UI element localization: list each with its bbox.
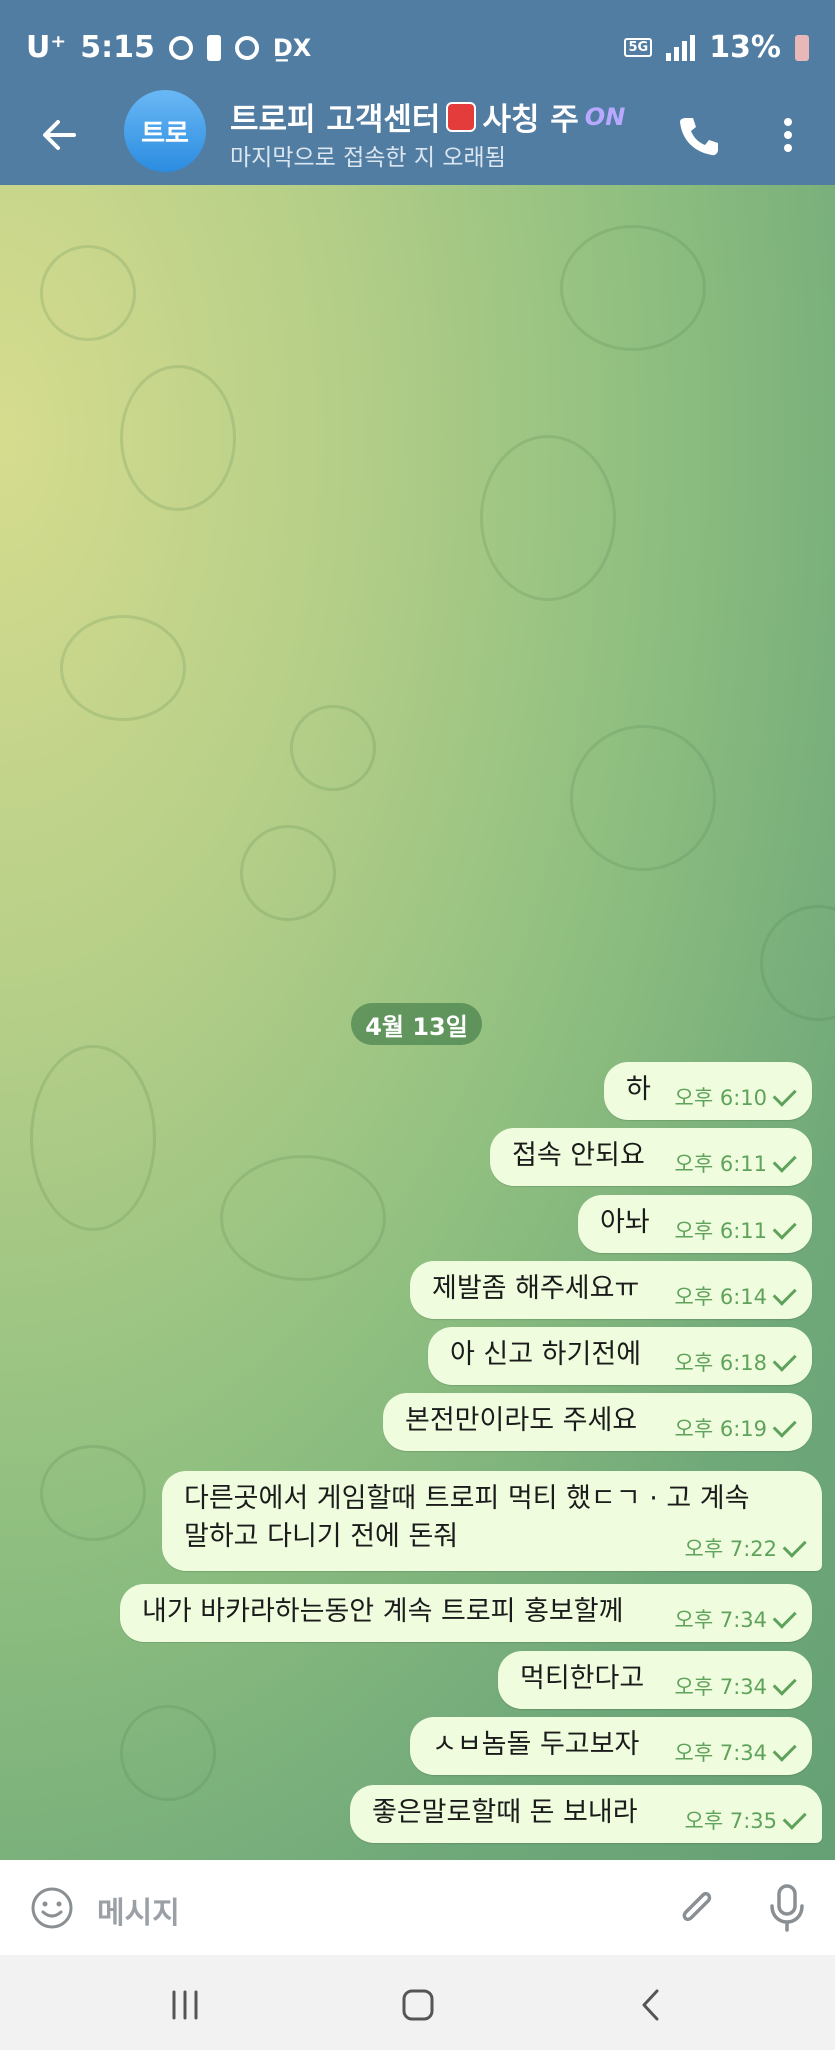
chat-header: 트로 트로피 고객센터 사칭 주 ON 마지막으로 접속한 지 오래됨 bbox=[0, 90, 835, 185]
emoji-icon[interactable] bbox=[30, 1886, 74, 1930]
message-bubble[interactable]: 본전만이라도 주세요 오후 6:19 bbox=[383, 1393, 812, 1451]
last-seen-status: 마지막으로 접속한 지 오래됨 bbox=[230, 145, 506, 171]
message-text: 좋은말로할때 돈 보내라 bbox=[372, 1797, 638, 1828]
wallpaper-doodle bbox=[220, 1155, 386, 1281]
wallpaper-doodle bbox=[40, 245, 136, 341]
wallpaper-doodle bbox=[240, 825, 336, 921]
message-time: 오후 7:34 bbox=[674, 1675, 767, 1699]
message-time: 오후 7:34 bbox=[674, 1741, 767, 1765]
message-time: 오후 6:14 bbox=[674, 1285, 767, 1309]
message-input-bar: 메시지 bbox=[0, 1860, 835, 1955]
check-icon bbox=[782, 1533, 807, 1558]
clock: 5:15 bbox=[80, 30, 155, 65]
recent-apps-icon[interactable] bbox=[160, 1980, 210, 2030]
message-bubble[interactable]: 하 오후 6:10 bbox=[604, 1062, 812, 1120]
status-bar: U⁺ 5:15 D̲X 5G 13% bbox=[0, 0, 835, 90]
back-arrow-icon[interactable] bbox=[34, 110, 84, 160]
message-text: 먹티한다고 bbox=[520, 1663, 645, 1694]
message-time: 오후 6:10 bbox=[674, 1086, 767, 1110]
more-options-icon[interactable] bbox=[768, 110, 808, 160]
message-text: 다른곳에서 게임할때 트로피 먹티 했ㄷㄱ · 고 계속 bbox=[184, 1483, 750, 1514]
message-bubble[interactable]: 아 신고 하기전에 오후 6:18 bbox=[428, 1327, 812, 1385]
wallpaper-doodle bbox=[480, 435, 616, 601]
message-bubble[interactable]: 접속 안되요 오후 6:11 bbox=[490, 1128, 812, 1186]
avatar[interactable]: 트로 bbox=[124, 90, 206, 172]
message-text: 아 신고 하기전에 bbox=[450, 1339, 642, 1370]
home-icon[interactable] bbox=[393, 1980, 443, 2030]
carrier-label: U⁺ bbox=[26, 30, 67, 65]
attach-icon[interactable] bbox=[672, 1884, 720, 1932]
check-icon bbox=[772, 1413, 797, 1438]
check-icon bbox=[772, 1281, 797, 1306]
chrome-icon-2 bbox=[234, 35, 259, 60]
message-time: 오후 6:11 bbox=[674, 1219, 767, 1243]
check-icon bbox=[772, 1604, 797, 1629]
message-time: 오후 7:35 bbox=[684, 1809, 777, 1833]
wallpaper-doodle bbox=[60, 615, 186, 721]
check-icon bbox=[772, 1148, 797, 1173]
check-icon bbox=[772, 1215, 797, 1240]
message-input[interactable]: 메시지 bbox=[97, 1888, 180, 1932]
chat-title-text: 트로피 고객센터 bbox=[230, 102, 441, 138]
message-text: 제발좀 해주세요ㅠ bbox=[432, 1273, 640, 1304]
check-icon bbox=[772, 1737, 797, 1762]
check-icon bbox=[782, 1805, 807, 1830]
message-bubble[interactable]: 먹티한다고 오후 7:34 bbox=[498, 1651, 812, 1709]
message-bubble[interactable]: 좋은말로할때 돈 보내라 오후 7:35 bbox=[350, 1785, 822, 1843]
wallpaper-doodle bbox=[120, 1705, 216, 1801]
message-time: 오후 6:11 bbox=[674, 1152, 767, 1176]
system-nav-bar bbox=[0, 1955, 835, 2050]
on-badge: ON bbox=[584, 102, 626, 131]
microphone-icon[interactable] bbox=[766, 1882, 808, 1934]
message-bubble[interactable]: 아놔 오후 6:11 bbox=[578, 1195, 812, 1253]
phone-icon[interactable] bbox=[672, 110, 722, 160]
message-text: 하 bbox=[626, 1074, 651, 1105]
wallpaper-doodle bbox=[120, 365, 236, 511]
message-time: 오후 7:22 bbox=[684, 1537, 777, 1561]
check-icon bbox=[772, 1082, 797, 1107]
message-time: 오후 6:19 bbox=[674, 1417, 767, 1441]
message-bubble[interactable]: ㅅㅂ놈돌 두고보자 오후 7:34 bbox=[410, 1717, 812, 1775]
chat-title[interactable]: 트로피 고객센터 사칭 주 ON bbox=[230, 94, 625, 139]
message-text: ㅅㅂ놈돌 두고보자 bbox=[432, 1729, 640, 1760]
date-separator: 4월 13일 bbox=[351, 1003, 482, 1045]
message-bubble[interactable]: 다른곳에서 게임할때 트로피 먹티 했ㄷㄱ · 고 계속 말하고 다니기 전에 … bbox=[162, 1471, 822, 1571]
wallpaper-doodle bbox=[290, 705, 376, 791]
battery-icon bbox=[795, 34, 809, 61]
message-text-line2: 말하고 다니기 전에 돈줘 bbox=[184, 1521, 459, 1552]
back-nav-icon[interactable] bbox=[626, 1980, 676, 2030]
battery-alert-icon bbox=[206, 34, 221, 61]
dx-icon: D̲X bbox=[272, 33, 312, 62]
message-time: 오후 7:34 bbox=[674, 1608, 767, 1632]
message-bubble[interactable]: 제발좀 해주세요ㅠ 오후 6:14 bbox=[410, 1261, 812, 1319]
message-text: 접속 안되요 bbox=[512, 1140, 645, 1171]
network-type: 5G bbox=[624, 38, 653, 57]
chat-area[interactable]: 4월 13일 하 오후 6:10 접속 안되요 오후 6:11 아놔 오후 6:… bbox=[0, 185, 835, 1860]
wallpaper-doodle bbox=[560, 225, 706, 351]
siren-icon bbox=[446, 101, 477, 132]
chrome-icon bbox=[168, 35, 193, 60]
message-text: 내가 바카라하는동안 계속 트로피 홍보할께 bbox=[142, 1596, 624, 1627]
avatar-initials: 트로 bbox=[141, 118, 189, 149]
message-time: 오후 6:18 bbox=[674, 1351, 767, 1375]
chat-title-suffix: 사칭 주 bbox=[482, 102, 579, 138]
wallpaper-doodle bbox=[30, 1045, 156, 1231]
message-text: 본전만이라도 주세요 bbox=[405, 1405, 638, 1436]
message-text: 아놔 bbox=[600, 1207, 650, 1238]
message-bubble[interactable]: 내가 바카라하는동안 계속 트로피 홍보할께 오후 7:34 bbox=[120, 1584, 812, 1642]
wallpaper-doodle bbox=[760, 905, 835, 1021]
wallpaper-doodle bbox=[570, 725, 716, 871]
signal-icon bbox=[666, 34, 696, 61]
wallpaper-doodle bbox=[40, 1445, 146, 1541]
battery-percent: 13% bbox=[709, 30, 781, 65]
check-icon bbox=[772, 1671, 797, 1696]
check-icon bbox=[772, 1347, 797, 1372]
